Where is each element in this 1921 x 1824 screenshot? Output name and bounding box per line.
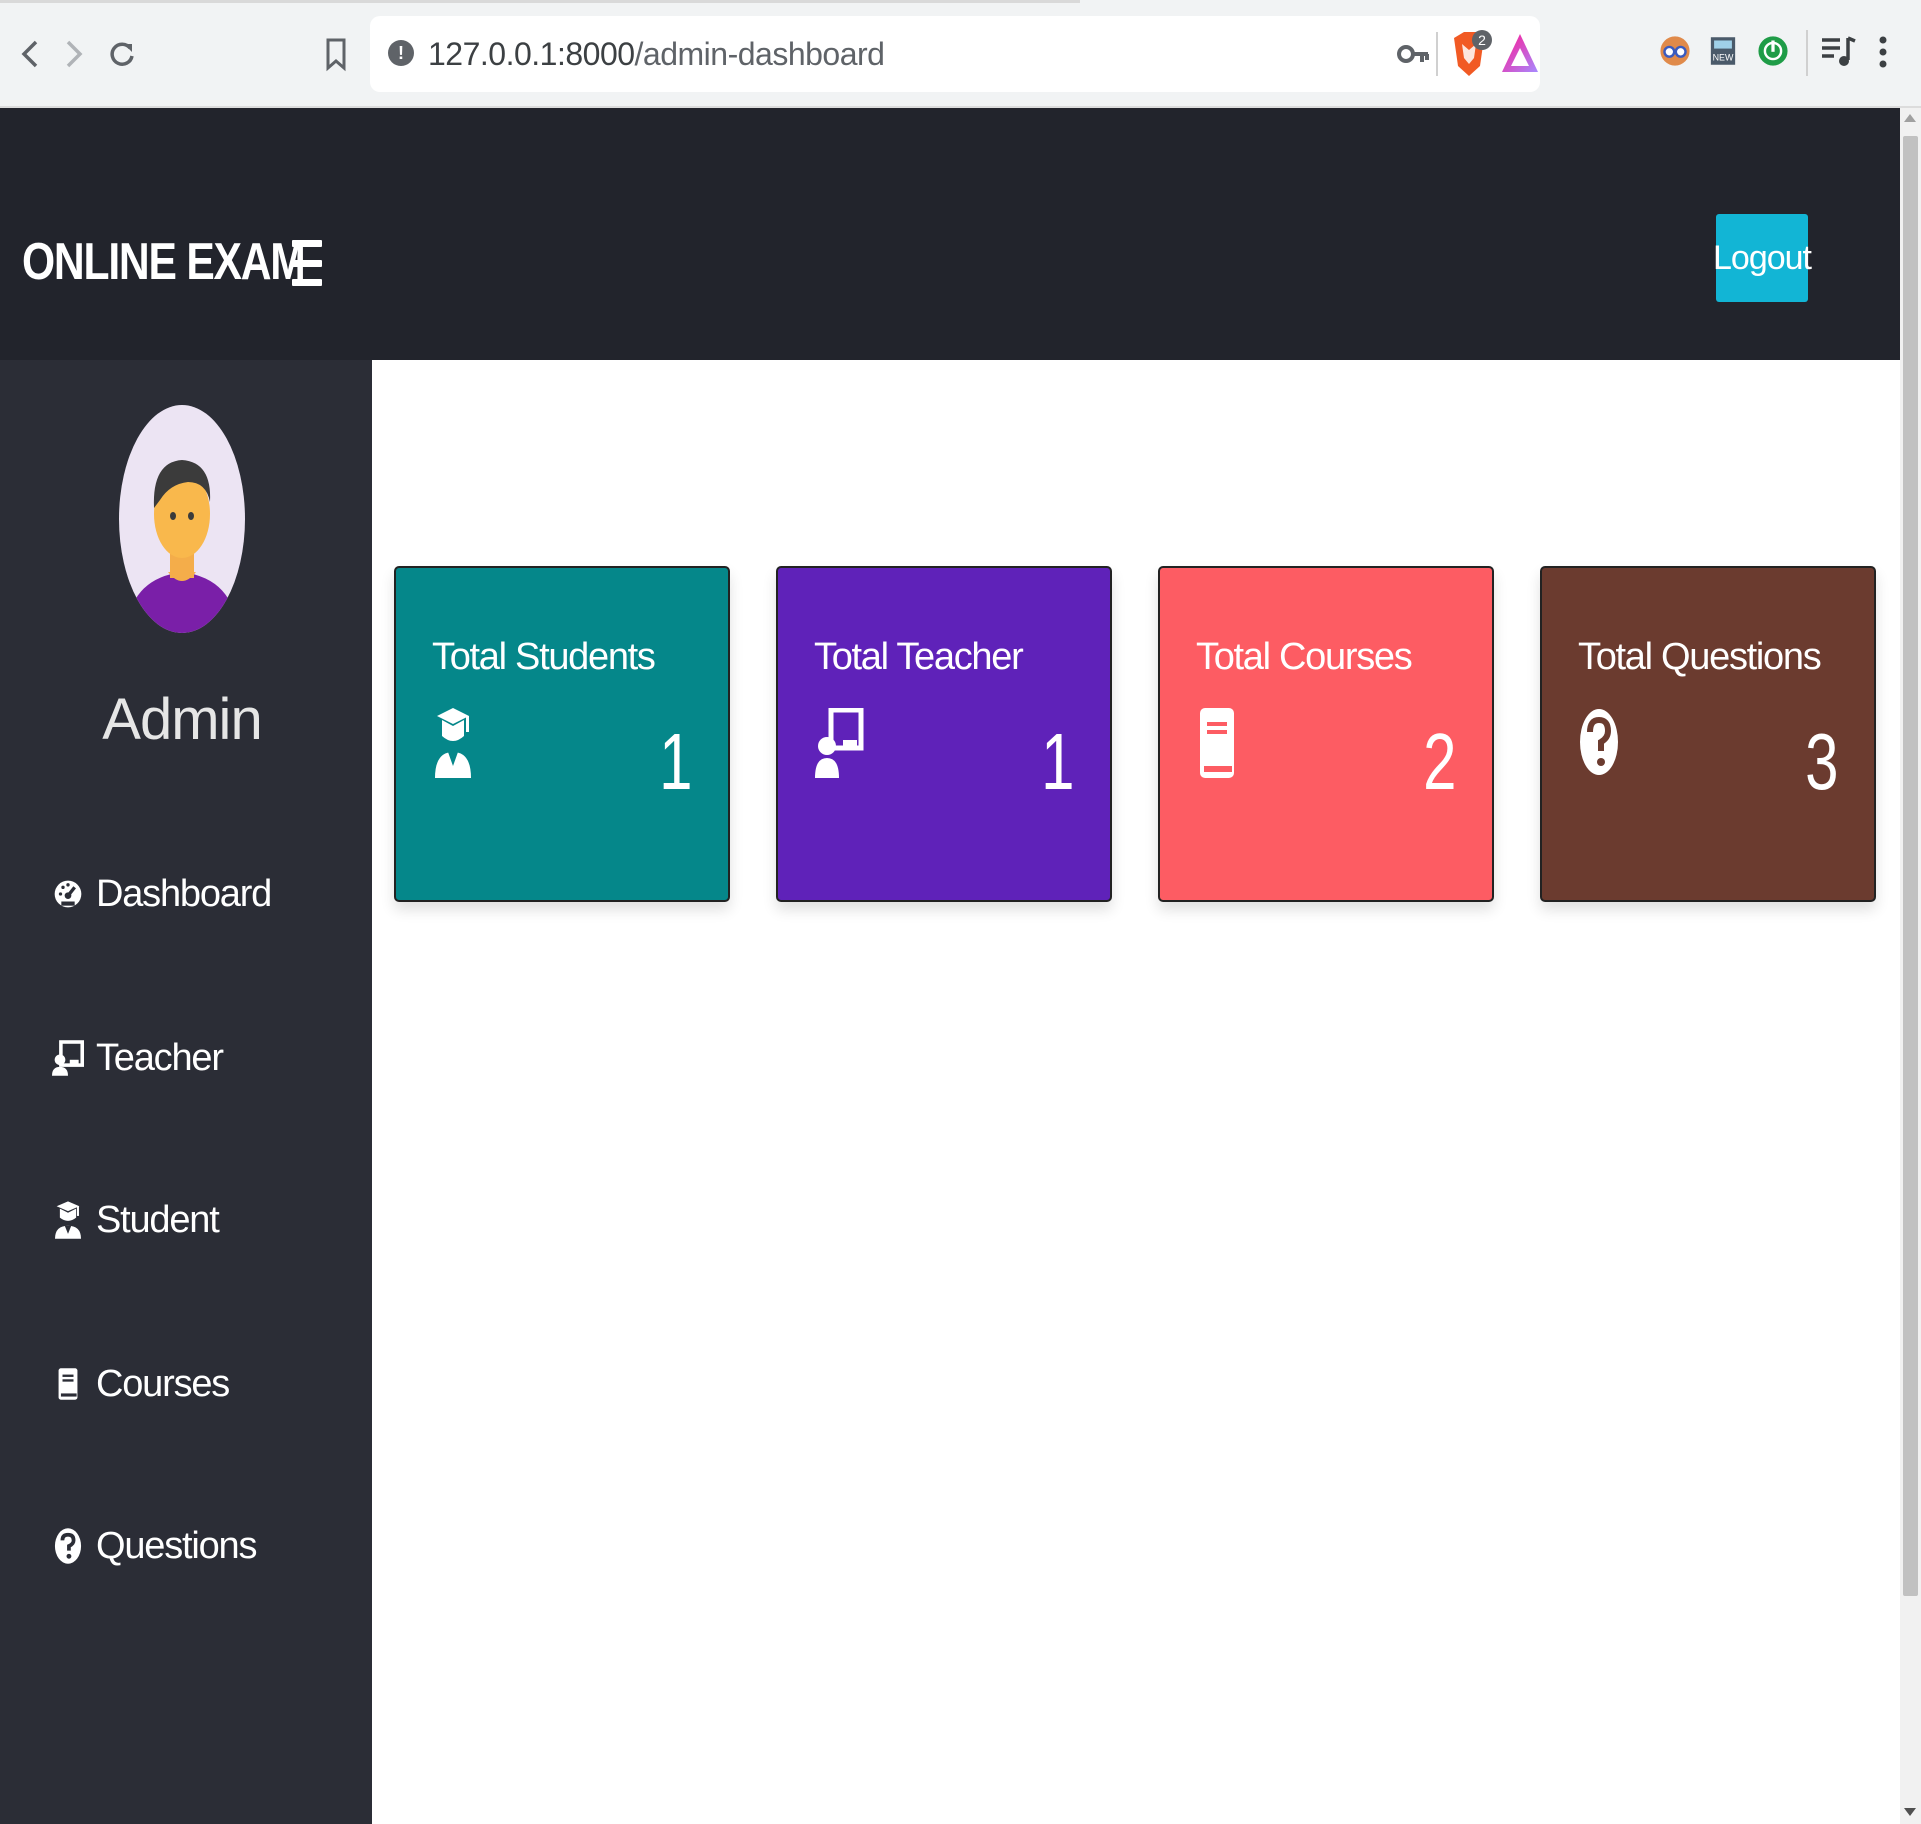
bookmark-icon[interactable]: [314, 32, 358, 76]
sidebar-item-label: Teacher: [96, 1036, 224, 1079]
sidebar-item-label: Questions: [96, 1524, 257, 1567]
url-host: 127.0.0.1:8000: [428, 36, 635, 72]
stat-card-courses[interactable]: Total Courses 2: [1158, 566, 1494, 902]
forward-icon[interactable]: [52, 32, 96, 76]
extension-power-icon[interactable]: [1752, 30, 1794, 72]
toolbar-divider: [1806, 30, 1808, 76]
media-controls-icon[interactable]: [1818, 30, 1858, 74]
svg-text:NEW: NEW: [1713, 53, 1734, 63]
card-value: 3: [1804, 717, 1838, 806]
brave-rewards-icon[interactable]: [1500, 30, 1540, 76]
url-text[interactable]: 127.0.0.1:8000/admin-dashboard: [428, 36, 885, 73]
card-value: 1: [1040, 717, 1074, 806]
tachometer-icon: [50, 872, 86, 916]
reload-icon[interactable]: [100, 32, 144, 76]
sidebar-item-label: Student: [96, 1198, 220, 1241]
card-value: 1: [658, 717, 692, 806]
card-value: 2: [1422, 717, 1456, 806]
chalkboard-teacher-icon: [815, 708, 864, 778]
address-bar[interactable]: ! 127.0.0.1:8000/admin-dashboard 2: [370, 16, 1540, 92]
sidebar-item-student[interactable]: Student: [50, 1190, 350, 1250]
key-icon[interactable]: [1396, 38, 1430, 70]
sidebar: Admin Dashboard Teacher Student Courses …: [0, 360, 372, 1824]
chalkboard-teacher-icon: [50, 1036, 86, 1080]
sidebar-item-questions[interactable]: Questions: [50, 1516, 350, 1576]
question-circle-icon: [50, 1524, 86, 1568]
stat-card-teachers[interactable]: Total Teacher 1: [776, 566, 1112, 902]
sidebar-item-label: Courses: [96, 1362, 230, 1405]
logout-button[interactable]: Logout: [1713, 214, 1812, 302]
scroll-down-arrow-icon[interactable]: [1904, 1808, 1916, 1816]
admin-avatar: [119, 405, 245, 633]
scroll-thumb[interactable]: [1903, 136, 1918, 1596]
brand-title[interactable]: ONLINE EXAM: [22, 232, 306, 292]
user-graduate-icon: [50, 1198, 86, 1242]
omnibox-divider: [1436, 32, 1438, 76]
back-icon[interactable]: [8, 32, 52, 76]
browser-toolbar: ! 127.0.0.1:8000/admin-dashboard 2 NEW: [0, 0, 1921, 108]
user-graduate-icon: [435, 708, 471, 778]
scroll-up-arrow-icon[interactable]: [1904, 114, 1916, 122]
extension-new-icon[interactable]: NEW: [1702, 30, 1744, 72]
extension-glasses-icon[interactable]: [1654, 30, 1696, 72]
browser-menu-icon[interactable]: [1868, 30, 1898, 74]
brave-badge-count: 2: [1478, 32, 1486, 48]
main-content: Total Students 1 Total Teacher 1 Total C…: [372, 360, 1900, 1824]
question-circle-icon: [1580, 709, 1618, 775]
card-title: Total Questions: [1578, 636, 1822, 678]
stat-card-questions[interactable]: Total Questions 3: [1540, 566, 1876, 902]
sidebar-item-courses[interactable]: Courses: [50, 1354, 350, 1414]
sidebar-item-dashboard[interactable]: Dashboard: [50, 864, 350, 924]
book-icon: [50, 1362, 86, 1406]
card-title: Total Students: [432, 636, 656, 678]
app-header: ONLINE EXAM Logout: [0, 108, 1900, 360]
book-icon: [1200, 708, 1234, 778]
brave-shields-icon[interactable]: 2: [1448, 28, 1492, 80]
admin-name: Admin: [102, 687, 262, 752]
sidebar-item-label: Dashboard: [96, 872, 272, 915]
stat-card-students[interactable]: Total Students 1: [394, 566, 730, 902]
hamburger-menu-icon[interactable]: [292, 240, 322, 286]
url-path: /admin-dashboard: [634, 36, 885, 72]
tab-strip: [0, 0, 1080, 3]
page-scrollbar[interactable]: [1900, 108, 1921, 1824]
site-info-icon[interactable]: !: [388, 40, 414, 66]
card-title: Total Courses: [1196, 636, 1413, 678]
sidebar-item-teacher[interactable]: Teacher: [50, 1028, 350, 1088]
card-title: Total Teacher: [814, 636, 1024, 678]
